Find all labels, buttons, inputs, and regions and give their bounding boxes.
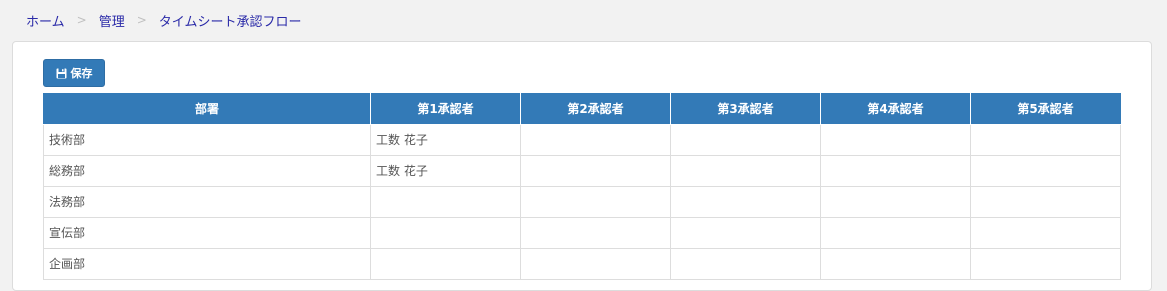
save-button[interactable]: 保存 [43,59,105,87]
breadcrumb-admin[interactable]: 管理 [99,11,125,30]
approver-cell[interactable] [670,154,821,187]
table-row: 総務部 工数 花子 [43,154,1121,187]
approver-cell[interactable] [820,123,971,156]
approver-cell[interactable] [970,247,1121,280]
department-cell: 総務部 [43,154,371,187]
approver-cell[interactable] [820,247,971,280]
approver-cell[interactable] [670,216,821,249]
column-header-approver-3: 第3承認者 [670,93,821,125]
approver-cell[interactable] [820,154,971,187]
breadcrumb-separator: > [136,13,147,27]
floppy-disk-icon [56,68,67,79]
approver-cell[interactable] [370,216,521,249]
breadcrumb: ホーム > 管理 > タイムシート承認フロー [26,10,302,30]
approver-cell[interactable] [970,123,1121,156]
approver-cell[interactable] [820,185,971,218]
table-header-row: 部署 第1承認者 第2承認者 第3承認者 第4承認者 第5承認者 [43,93,1121,125]
approver-cell[interactable] [670,247,821,280]
breadcrumb-timesheet-approval-flow[interactable]: タイムシート承認フロー [159,11,302,30]
approver-cell[interactable] [370,247,521,280]
table-row: 法務部 [43,185,1121,218]
table-row: 宣伝部 [43,216,1121,249]
approver-cell[interactable] [520,185,671,218]
table-row: 技術部 工数 花子 [43,123,1121,156]
approver-cell[interactable] [670,123,821,156]
approver-cell[interactable] [970,154,1121,187]
approver-cell[interactable] [520,216,671,249]
approval-flow-table: 部署 第1承認者 第2承認者 第3承認者 第4承認者 第5承認者 技術部 工数 … [43,93,1121,280]
content-panel: 保存 部署 第1承認者 第2承認者 第3承認者 第4承認者 第5承認者 技術部 … [12,41,1152,291]
table-row: 企画部 [43,247,1121,280]
department-cell: 法務部 [43,185,371,218]
breadcrumb-home[interactable]: ホーム [26,11,65,30]
approver-cell[interactable] [970,216,1121,249]
save-button-label: 保存 [70,68,93,80]
approver-cell[interactable] [520,154,671,187]
column-header-approver-4: 第4承認者 [820,93,971,125]
approver-cell[interactable] [970,185,1121,218]
department-cell: 技術部 [43,123,371,156]
approver-cell[interactable] [820,216,971,249]
column-header-department: 部署 [43,93,371,125]
approver-cell[interactable] [520,247,671,280]
column-header-approver-2: 第2承認者 [520,93,671,125]
department-cell: 宣伝部 [43,216,371,249]
department-cell: 企画部 [43,247,371,280]
column-header-approver-5: 第5承認者 [970,93,1121,125]
approver-cell[interactable] [670,185,821,218]
approver-cell[interactable] [520,123,671,156]
column-header-approver-1: 第1承認者 [370,93,521,125]
approver-cell[interactable] [370,185,521,218]
approver-cell[interactable]: 工数 花子 [370,123,521,156]
approver-cell[interactable]: 工数 花子 [370,154,521,187]
breadcrumb-separator: > [76,13,87,27]
